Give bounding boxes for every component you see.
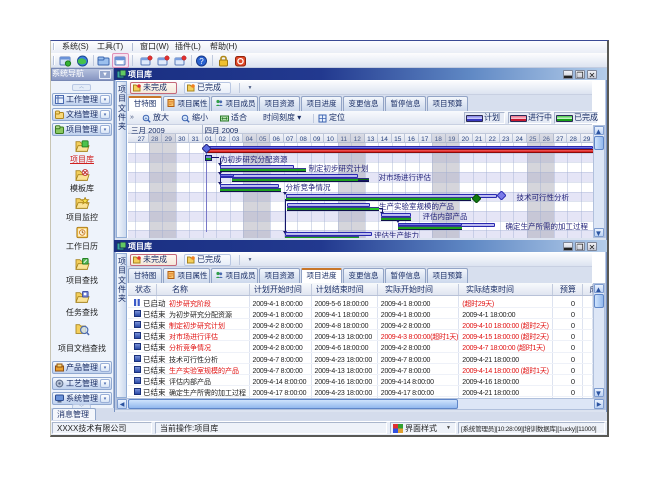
svg-text:?: ?: [199, 57, 204, 66]
svg-text:−: −: [184, 116, 187, 122]
svg-text:+: +: [145, 116, 148, 122]
